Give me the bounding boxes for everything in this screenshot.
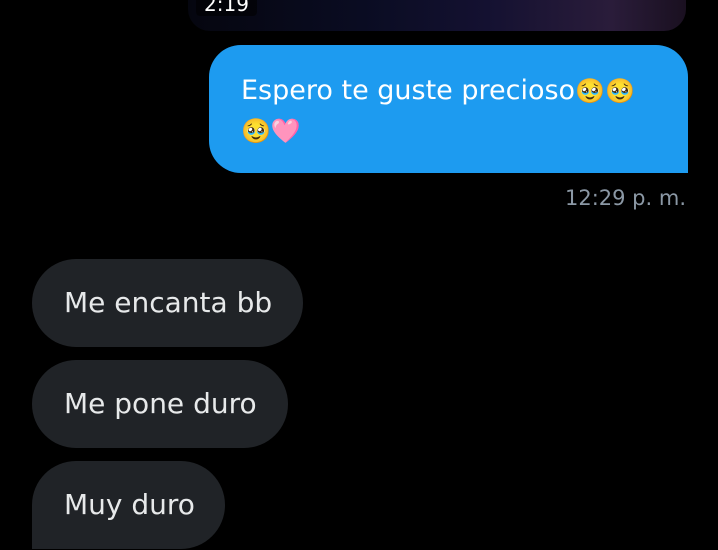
- received-message-text: Me encanta bb: [64, 286, 273, 319]
- message-timestamp: 12:29 p. m.: [564, 186, 686, 210]
- received-message-bubble[interactable]: Me pone duro: [32, 360, 288, 448]
- received-message-text: Me pone duro: [64, 387, 257, 420]
- video-thumbnail[interactable]: [188, 0, 686, 31]
- received-message-text: Muy duro: [64, 488, 195, 521]
- received-message-bubble[interactable]: Muy duro: [32, 461, 225, 549]
- sent-message-text: Espero te guste precioso: [241, 75, 576, 106]
- video-duration-badge: 2:19: [196, 0, 257, 16]
- sent-message-bubble[interactable]: Espero te guste precioso🥹🥹🥹🩷: [209, 45, 688, 173]
- received-message-bubble[interactable]: Me encanta bb: [32, 259, 303, 347]
